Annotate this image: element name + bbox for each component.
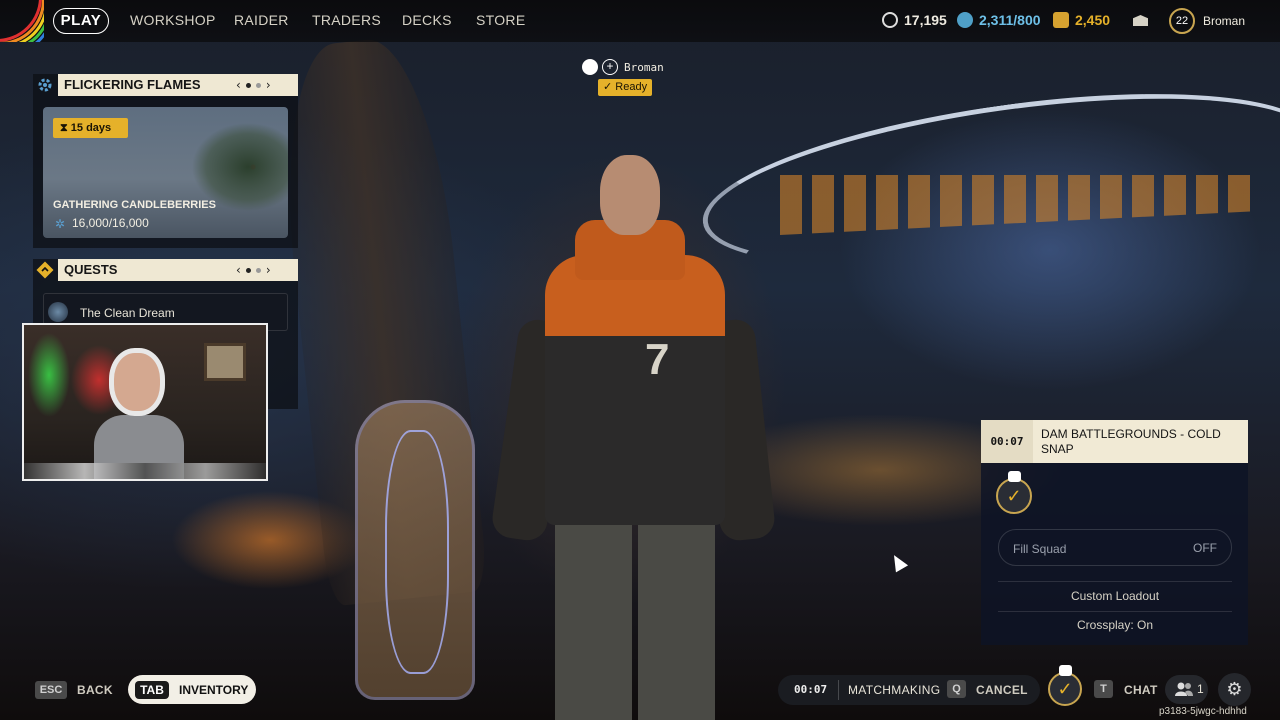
squad-player-name: Broman (624, 61, 664, 74)
squad-member-avatar[interactable]: ✓ (996, 478, 1032, 514)
nav-store[interactable]: STORE (476, 12, 525, 28)
custom-loadout-button[interactable]: Custom Loadout (998, 589, 1232, 603)
robed-statue (355, 400, 475, 700)
q-key-icon: Q (947, 680, 966, 698)
quests-header-title: QUESTS (64, 262, 118, 277)
event-progress-icon: ✲ (55, 217, 66, 231)
event-pager[interactable]: ‹ › (236, 74, 271, 96)
ticket-icon (957, 12, 973, 28)
nav-workshop[interactable]: WORKSHOP (130, 12, 216, 28)
event-header: FLICKERING FLAMES ‹ › (58, 74, 298, 96)
event-title: GATHERING CANDLEBERRIES (53, 199, 216, 211)
nav-traders[interactable]: TRADERS (312, 12, 381, 28)
event-progress: 16,000/16,000 (72, 216, 149, 230)
quests-diamond-icon (34, 259, 56, 281)
currency-credits: 2,450 (1075, 12, 1111, 28)
matchmaking-timer: 00:07 (981, 420, 1033, 463)
nav-raider[interactable]: RAIDER (234, 12, 289, 28)
player-name[interactable]: Broman (1203, 14, 1245, 28)
player-character: 7 (489, 150, 777, 720)
leader-crown-icon (1008, 471, 1021, 482)
session-id: p3183-5jwgc-hdhhd (1159, 706, 1247, 717)
webcam-strip (24, 463, 266, 479)
leader-crown-icon (1059, 665, 1072, 676)
fill-squad-value: OFF (1193, 541, 1217, 555)
friends-icon (1174, 681, 1194, 702)
divider (838, 680, 839, 700)
crown-icon (582, 59, 598, 75)
quests-header: QUESTS ‹ › (58, 259, 298, 281)
nav-play[interactable]: PLAY (53, 8, 109, 34)
crossplay-toggle[interactable]: Crossplay: On (998, 618, 1232, 632)
matchmaking-bottom-timer: 00:07 (794, 683, 828, 696)
back-button[interactable]: BACK (77, 683, 113, 697)
pager-dot-active (245, 267, 251, 273)
pager-next-button[interactable]: › (266, 78, 271, 92)
quests-pager-prev-button[interactable]: ‹ (236, 263, 241, 277)
webcam-picture-frame (204, 343, 246, 381)
settings-button[interactable]: ⚙ (1218, 673, 1251, 706)
event-days-badge: ⧗ 15 days (53, 118, 128, 138)
currency-coins: 17,195 (904, 12, 947, 28)
matchmaking-header: 00:07 DAM BATTLEGROUNDS - COLD SNAP (981, 420, 1248, 463)
quests-pager[interactable]: ‹ › (236, 259, 271, 281)
matchmaking-label: MATCHMAKING (848, 683, 941, 697)
event-gear-icon (34, 74, 56, 96)
tab-key-icon: TAB (135, 681, 169, 699)
quest-item-title: The Clean Dream (80, 306, 175, 320)
add-friend-icon[interactable]: + (602, 59, 618, 75)
quest-avatar-icon (48, 302, 68, 322)
rainbow-logo (0, 0, 44, 42)
quests-pager-next-button[interactable]: › (266, 263, 271, 277)
pager-dot (255, 267, 261, 273)
ready-text: Ready (615, 81, 648, 93)
divider (998, 611, 1232, 612)
pager-dot-active (245, 82, 251, 88)
currency-tickets: 2,311/800 (979, 12, 1041, 28)
map-name: DAM BATTLEGROUNDS - COLD SNAP (1041, 427, 1221, 456)
fill-squad-label: Fill Squad (1013, 542, 1067, 556)
cancel-button[interactable]: CANCEL (976, 683, 1028, 697)
ready-badge: ✓ Ready (598, 79, 652, 96)
squad-leader-avatar[interactable]: ✓ (1048, 672, 1082, 706)
player-level-badge[interactable]: 22 (1169, 8, 1195, 34)
pager-prev-button[interactable]: ‹ (236, 78, 241, 92)
event-header-title: FLICKERING FLAMES (64, 77, 201, 92)
divider (998, 581, 1232, 582)
gear-icon: ⚙ (1226, 679, 1243, 699)
pager-dot (255, 82, 261, 88)
friends-count: 1 (1197, 682, 1204, 696)
webcam-overlay (22, 323, 268, 481)
esc-key-icon: ESC (35, 681, 67, 699)
chat-button[interactable]: CHAT (1124, 683, 1158, 697)
nav-decks[interactable]: DECKS (402, 12, 452, 28)
t-key-icon: T (1094, 680, 1113, 698)
credits-icon (1053, 12, 1069, 28)
coin-icon (882, 12, 898, 28)
inventory-label: INVENTORY (179, 683, 249, 697)
event-days: 15 days (70, 122, 112, 134)
streamer (94, 353, 184, 479)
